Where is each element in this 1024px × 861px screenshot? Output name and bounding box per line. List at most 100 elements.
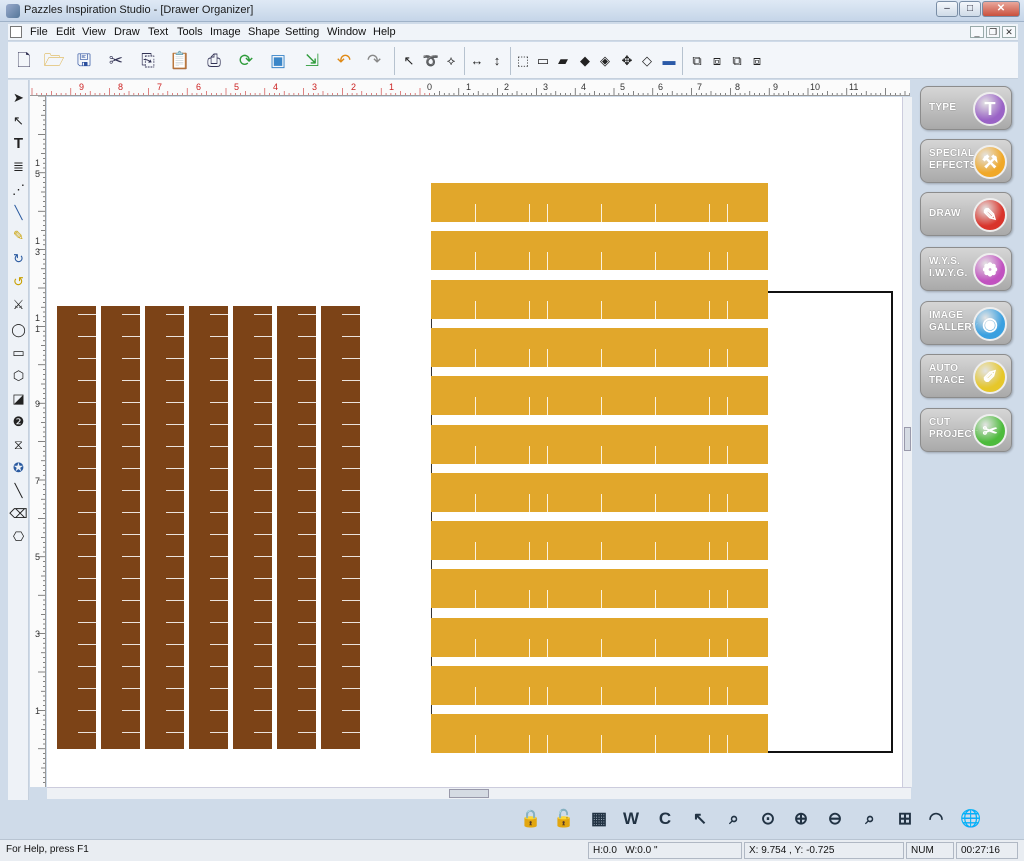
print-icon[interactable]: ⎙ [202, 49, 226, 73]
menu-edit[interactable]: Edit [56, 26, 75, 38]
text-path-icon[interactable]: ≣ [9, 157, 28, 176]
brown-strip[interactable] [233, 306, 272, 749]
line-icon[interactable]: ╲ [9, 203, 28, 222]
gold-strip[interactable] [431, 231, 768, 271]
gold-strip[interactable] [431, 183, 768, 222]
text-icon[interactable]: T [9, 134, 28, 153]
minimize-button[interactable]: – [936, 1, 958, 17]
document-icon[interactable] [10, 26, 22, 38]
gold-strip[interactable] [431, 666, 768, 705]
mdi-close-button[interactable]: ✕ [1002, 26, 1016, 38]
shape-tool-4-icon[interactable]: ◆ [576, 52, 594, 70]
gold-strip[interactable] [431, 569, 768, 609]
node-icon[interactable]: ⟡ [442, 52, 460, 70]
menu-shape[interactable]: Shape [248, 26, 280, 38]
pencil-icon[interactable]: ✎ [9, 226, 28, 245]
gold-strip[interactable] [431, 424, 768, 464]
wysiwyg-button[interactable]: W.Y.S. I.W.Y.G. ❁ [920, 247, 1012, 291]
menu-tools[interactable]: Tools [177, 26, 203, 38]
paste-icon[interactable]: 📋 [168, 49, 192, 73]
shape-tool-1-icon[interactable]: ⬚ [514, 52, 532, 70]
open-icon[interactable]: 🗁 [42, 49, 66, 73]
shadow-icon[interactable]: ❷ [9, 412, 28, 431]
horizontal-scroll-thumb[interactable] [449, 789, 489, 798]
gallery-icon[interactable]: ▣ [266, 49, 290, 73]
combine-icon[interactable]: ⧉ [728, 52, 746, 70]
design-canvas[interactable] [47, 97, 902, 787]
image-gallery-button[interactable]: IMAGE GALLERY ◉ [920, 301, 1012, 345]
mdi-minimize-button[interactable]: _ [970, 26, 984, 38]
brown-strip[interactable] [101, 306, 140, 749]
globe-icon[interactable]: 🌐 [957, 805, 985, 833]
curve-icon[interactable]: ↻ [9, 249, 28, 268]
dotted-line-icon[interactable]: ⋰ [9, 180, 28, 199]
menu-setting[interactable]: Setting [285, 26, 319, 38]
vertical-scrollbar[interactable] [902, 97, 912, 787]
shape-library-icon[interactable]: ◪ [9, 389, 28, 408]
auto-trace-button[interactable]: AUTO TRACE ✐ [920, 354, 1012, 398]
blend-icon[interactable]: ⧖ [9, 435, 28, 454]
import-icon[interactable]: ⇲ [300, 49, 324, 73]
zoom-out-icon[interactable]: ⊖ [821, 805, 849, 833]
break-apart-icon[interactable]: ⧈ [748, 52, 766, 70]
brown-strip[interactable] [57, 306, 96, 749]
flip-vertical-icon[interactable]: ↕ [488, 52, 506, 70]
polygon-icon[interactable]: ⬡ [9, 366, 28, 385]
type-button[interactable]: TYPE T [920, 86, 1012, 130]
grid-icon[interactable]: ▦ [585, 805, 613, 833]
brown-strip[interactable] [321, 306, 360, 749]
contour-icon[interactable]: C [651, 805, 679, 833]
save-icon[interactable]: 🖫 [72, 49, 96, 73]
zoom-actual-icon[interactable]: ⌕ [856, 805, 884, 833]
special-effects-button[interactable]: SPECIAL EFFECTS ⚒ [920, 139, 1012, 183]
cutter-icon[interactable]: ◠ [922, 805, 950, 833]
mdi-restore-button[interactable]: ❐ [986, 26, 1000, 38]
web-icon[interactable]: ⊞ [891, 805, 919, 833]
star-icon[interactable]: ✪ [9, 458, 28, 477]
draw-button[interactable]: DRAW ✎ [920, 192, 1012, 236]
shape-tool-2-icon[interactable]: ▭ [534, 52, 552, 70]
knife-icon[interactable]: ⚔ [9, 295, 28, 314]
horizontal-scrollbar[interactable] [47, 787, 911, 799]
spiral-icon[interactable]: ↺ [9, 272, 28, 291]
vertical-scroll-thumb[interactable] [904, 427, 911, 451]
zoom-back-icon[interactable]: ↖ [686, 805, 714, 833]
gold-strip[interactable] [431, 376, 768, 416]
gold-strip[interactable] [431, 279, 768, 319]
zoom-all-icon[interactable]: ⊙ [754, 805, 782, 833]
cut-project-button[interactable]: CUT PROJECT ✂ [920, 408, 1012, 452]
move-icon[interactable]: ✥ [618, 52, 636, 70]
menu-image[interactable]: Image [210, 26, 241, 38]
lock-icon[interactable]: 🔒 [517, 805, 545, 833]
gold-strip[interactable] [431, 714, 768, 754]
gold-strip[interactable] [431, 521, 768, 561]
eraser-icon[interactable]: ⌫ [9, 504, 28, 523]
brown-strip[interactable] [145, 306, 184, 749]
select-arrow-icon[interactable]: ↖ [400, 52, 418, 70]
gold-strip[interactable] [431, 327, 768, 367]
copy-icon[interactable]: ⎘ [136, 49, 160, 73]
cut-icon[interactable]: ✂ [104, 49, 128, 73]
pointer-icon[interactable]: ➤ [9, 88, 28, 107]
stamp-icon[interactable]: ⎔ [9, 527, 28, 546]
shape-tool-6-icon[interactable]: ◇ [638, 52, 656, 70]
gold-strip[interactable] [431, 617, 768, 657]
flip-horizontal-icon[interactable]: ↔ [468, 52, 486, 70]
gold-strip[interactable] [431, 472, 768, 512]
node-edit-icon[interactable]: ↖ [9, 111, 28, 130]
menu-view[interactable]: View [82, 26, 106, 38]
menu-text[interactable]: Text [148, 26, 168, 38]
shape-tool-5-icon[interactable]: ◈ [596, 52, 614, 70]
zoom-selection-icon[interactable]: ⌕ [720, 805, 748, 833]
undo-icon[interactable]: ↶ [332, 49, 356, 73]
brown-strip[interactable] [277, 306, 316, 749]
menu-draw[interactable]: Draw [114, 26, 140, 38]
pen-icon[interactable]: ╲ [9, 481, 28, 500]
menu-file[interactable]: File [30, 26, 48, 38]
close-button[interactable]: ✕ [982, 1, 1020, 17]
shape-tool-3-icon[interactable]: ▰ [554, 52, 572, 70]
refresh-icon[interactable]: ⟳ [234, 49, 258, 73]
ellipse-icon[interactable]: ◯ [9, 320, 28, 339]
redo-icon[interactable]: ↷ [362, 49, 386, 73]
group-icon[interactable]: ⧉ [688, 52, 706, 70]
